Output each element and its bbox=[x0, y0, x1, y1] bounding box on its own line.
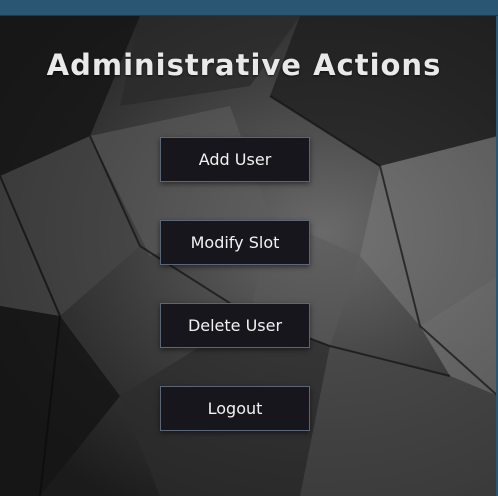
modify-slot-button[interactable]: Modify Slot bbox=[160, 220, 310, 265]
window-title-strip bbox=[0, 0, 498, 16]
delete-user-button[interactable]: Delete User bbox=[160, 303, 310, 348]
logout-button[interactable]: Logout bbox=[160, 386, 310, 431]
admin-window: Administrative Actions Add User Modify S… bbox=[0, 0, 498, 496]
page-title: Administrative Actions bbox=[46, 48, 442, 82]
add-user-button[interactable]: Add User bbox=[160, 137, 310, 182]
